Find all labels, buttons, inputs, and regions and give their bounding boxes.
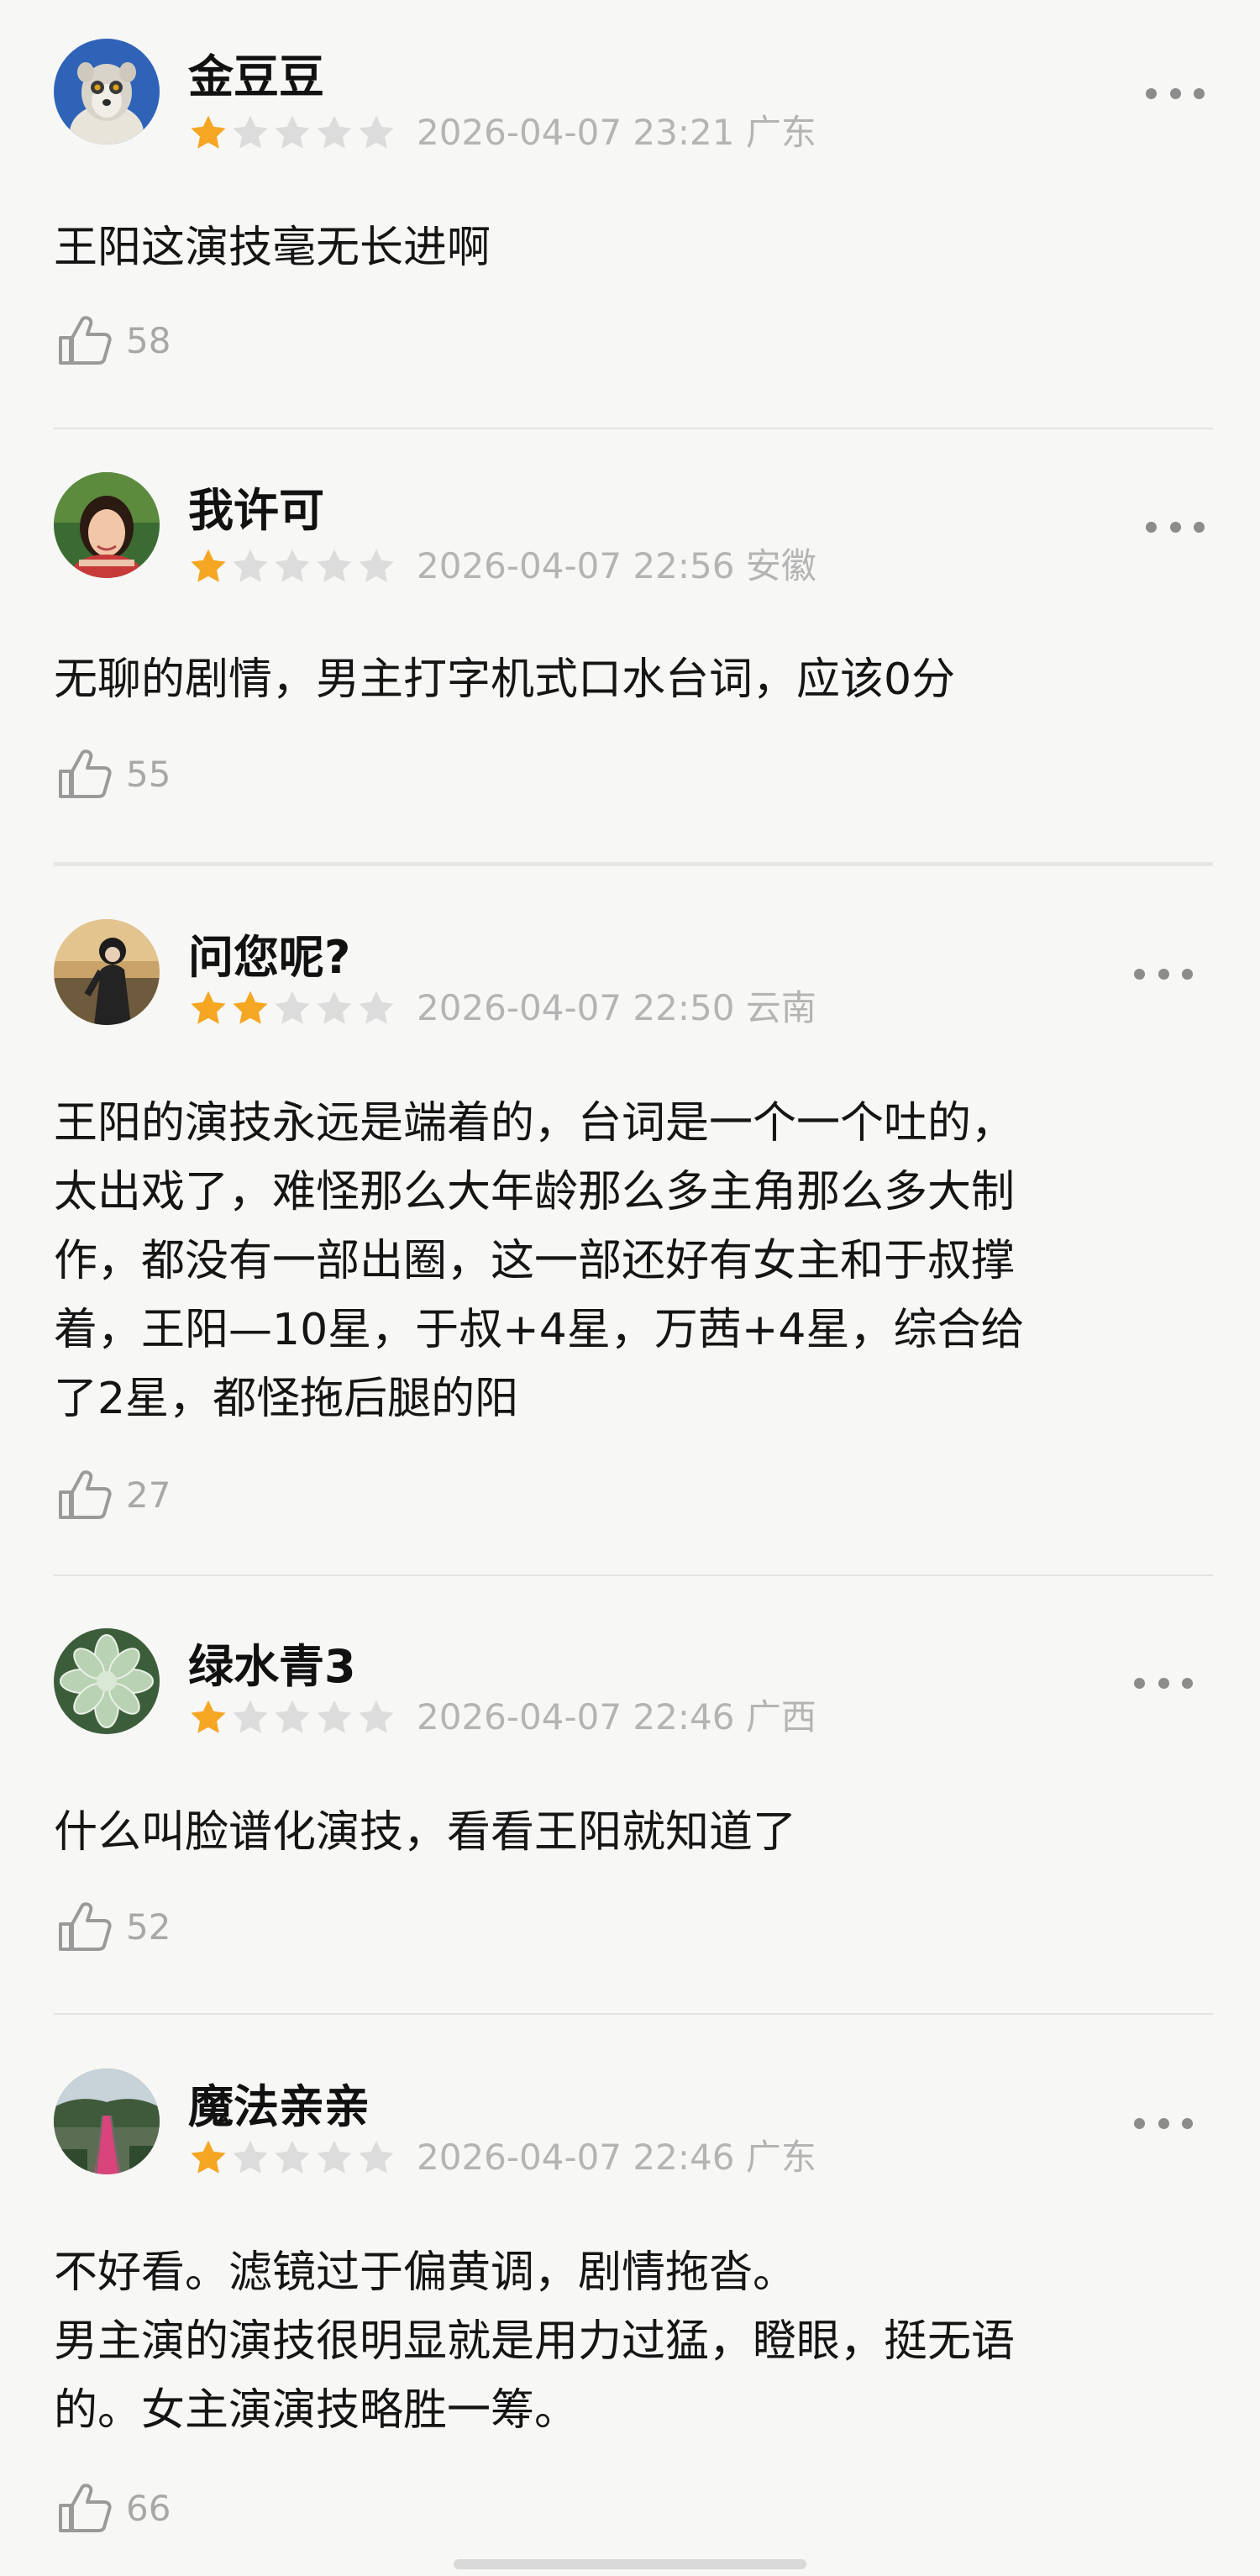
username[interactable]: 绿水青3: [188, 1640, 356, 1694]
thumbs-up-icon: [54, 1465, 114, 1526]
username[interactable]: 问您呢?: [188, 931, 350, 985]
review-datetime: 2026-04-07 22:46: [417, 1696, 735, 1737]
star-empty-icon: [359, 115, 394, 149]
star-empty-icon: [317, 549, 352, 582]
star-filled-icon: [233, 991, 268, 1024]
star-empty-icon: [275, 115, 310, 149]
divider: [54, 428, 1213, 429]
like-button[interactable]: 55: [54, 744, 171, 805]
more-dots-icon[interactable]: [1134, 961, 1193, 986]
review-datetime: 2026-04-07 22:56: [417, 545, 735, 586]
review-text: 王阳的演技永远是端着的，台词是一个一个吐的， 太出戏了，难怪那么大年龄那么多主角…: [54, 1098, 1025, 1424]
username[interactable]: 金豆豆: [188, 50, 324, 104]
figure-avatar-image: [54, 919, 160, 1025]
avatar[interactable]: [54, 472, 160, 578]
review-meta: 2026-04-07 22:46 广西: [417, 1695, 816, 1739]
review-datetime: 2026-04-07 22:50: [417, 987, 735, 1028]
thumbs-up-icon: [54, 311, 114, 371]
review-meta: 2026-04-07 22:56 安徽: [417, 544, 816, 588]
avatar[interactable]: [54, 919, 160, 1025]
username[interactable]: 魔法亲亲: [188, 2080, 370, 2134]
star-empty-icon: [275, 991, 310, 1024]
divider: [54, 1575, 1213, 1576]
star-empty-icon: [317, 2140, 352, 2174]
star-filled-icon: [191, 991, 226, 1024]
star-empty-icon: [275, 549, 310, 582]
like-count: 66: [126, 2488, 171, 2529]
review-text: 不好看。滤镜过于偏黄调，剧情拖沓。 男主演的演技很明显就是用力过猛，瞪眼，挺无语…: [54, 2247, 1016, 2436]
like-count: 52: [126, 1906, 171, 1948]
review-text: 什么叫脸谱化演技，看看王阳就知道了: [54, 1807, 797, 1858]
star-empty-icon: [317, 991, 352, 1024]
more-dots-icon[interactable]: [1146, 514, 1205, 539]
thumbs-up-icon: [54, 744, 114, 805]
star-empty-icon: [233, 549, 268, 582]
review-meta: 2026-04-07 23:21 广东: [417, 111, 816, 155]
bridge-avatar-image: [54, 2069, 160, 2174]
rating-stars: [188, 2137, 396, 2178]
like-count: 55: [126, 754, 171, 795]
star-empty-icon: [359, 549, 394, 582]
star-empty-icon: [233, 115, 268, 149]
star-empty-icon: [233, 2140, 268, 2174]
review-datetime: 2026-04-07 23:21: [417, 112, 735, 153]
review-location: 广西: [745, 1696, 816, 1737]
star-empty-icon: [359, 991, 394, 1024]
rating-stars: [188, 113, 396, 153]
home-indicator: [454, 2559, 806, 2569]
lemur-avatar-image: [54, 39, 160, 145]
star-filled-icon: [191, 2140, 226, 2174]
star-empty-icon: [359, 2140, 394, 2174]
star-empty-icon: [359, 1700, 394, 1733]
like-button[interactable]: 58: [54, 311, 171, 371]
avatar[interactable]: [54, 1628, 160, 1734]
rating-stars: [188, 1697, 396, 1737]
star-filled-icon: [191, 115, 226, 149]
star-empty-icon: [275, 1700, 310, 1733]
star-empty-icon: [317, 115, 352, 149]
review-text: 王阳这演技毫无长进啊: [54, 223, 491, 273]
thumbs-up-icon: [54, 2479, 114, 2539]
star-empty-icon: [275, 2140, 310, 2174]
star-empty-icon: [233, 1700, 268, 1733]
avatar[interactable]: [54, 2069, 160, 2174]
divider: [54, 2013, 1213, 2015]
review-location: 云南: [745, 987, 816, 1028]
thumbs-up-icon: [54, 1897, 114, 1958]
review-meta: 2026-04-07 22:50 云南: [417, 986, 816, 1030]
like-count: 27: [126, 1475, 171, 1516]
review-datetime: 2026-04-07 22:46: [417, 2137, 735, 2178]
review-location: 广东: [745, 112, 816, 153]
like-count: 58: [126, 320, 171, 361]
divider: [54, 862, 1213, 866]
more-dots-icon[interactable]: [1134, 2111, 1193, 2136]
like-button[interactable]: 66: [54, 2479, 171, 2539]
more-dots-icon[interactable]: [1146, 81, 1205, 106]
review-meta: 2026-04-07 22:46 广东: [417, 2136, 816, 2179]
like-button[interactable]: 27: [54, 1465, 171, 1526]
review-location: 广东: [745, 2137, 816, 2178]
portrait-avatar-image: [54, 472, 160, 578]
avatar[interactable]: [54, 39, 160, 145]
star-filled-icon: [191, 549, 226, 582]
more-dots-icon[interactable]: [1134, 1670, 1193, 1695]
rating-stars: [188, 546, 396, 586]
review-text: 无聊的剧情，男主打字机式口水台词，应该0分: [54, 655, 956, 705]
review-location: 安徽: [745, 545, 816, 586]
rating-stars: [188, 988, 396, 1028]
star-empty-icon: [317, 1700, 352, 1733]
star-filled-icon: [191, 1700, 226, 1733]
succulent-avatar-image: [54, 1628, 160, 1734]
like-button[interactable]: 52: [54, 1897, 171, 1958]
username[interactable]: 我许可: [188, 484, 324, 538]
